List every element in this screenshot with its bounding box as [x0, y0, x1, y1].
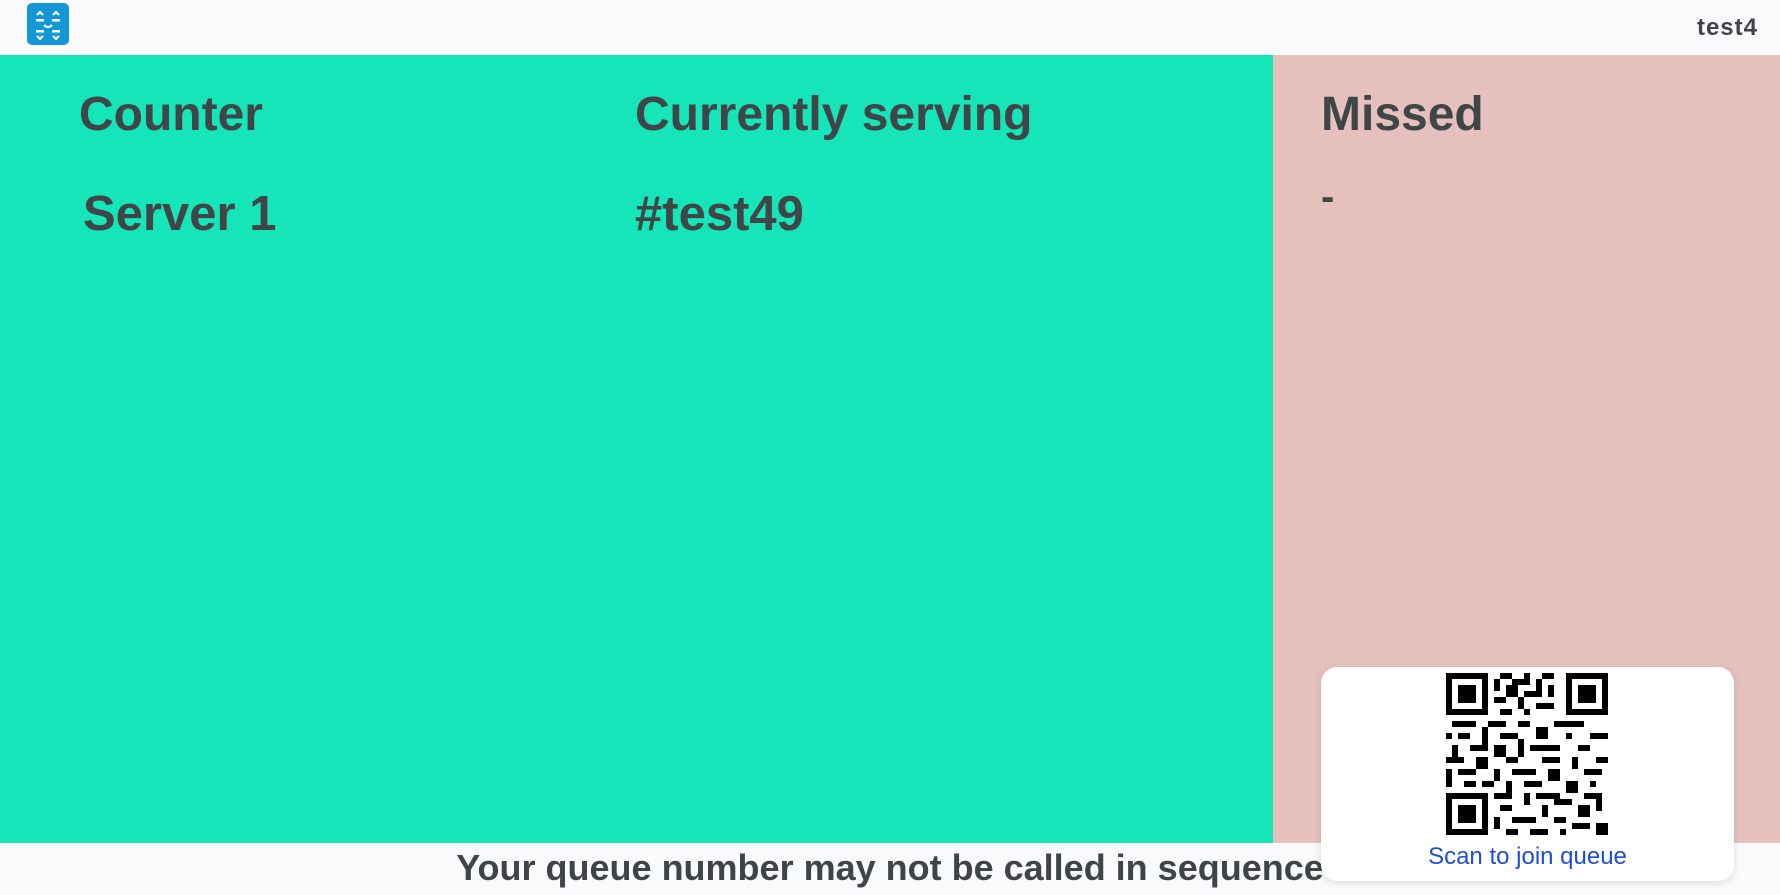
currently-serving-heading: Currently serving [635, 88, 1033, 141]
missed-value: - [1321, 175, 1335, 219]
top-bar: test4 [0, 0, 1780, 55]
queue-name: test4 [1696, 14, 1758, 41]
current-serving-panel: Counter Server 1 Currently serving #test… [0, 55, 1273, 843]
qr-card: Scan to join queue [1321, 667, 1734, 881]
qr-code-icon[interactable] [1446, 673, 1608, 835]
counter-heading: Counter [79, 88, 263, 141]
currently-serving-number: #test49 [635, 187, 804, 241]
missed-heading: Missed [1321, 88, 1484, 141]
scan-to-join-label: Scan to join queue [1428, 843, 1627, 870]
queue-app-logo-icon[interactable] [27, 3, 69, 45]
counter-value: Server 1 [83, 187, 277, 241]
